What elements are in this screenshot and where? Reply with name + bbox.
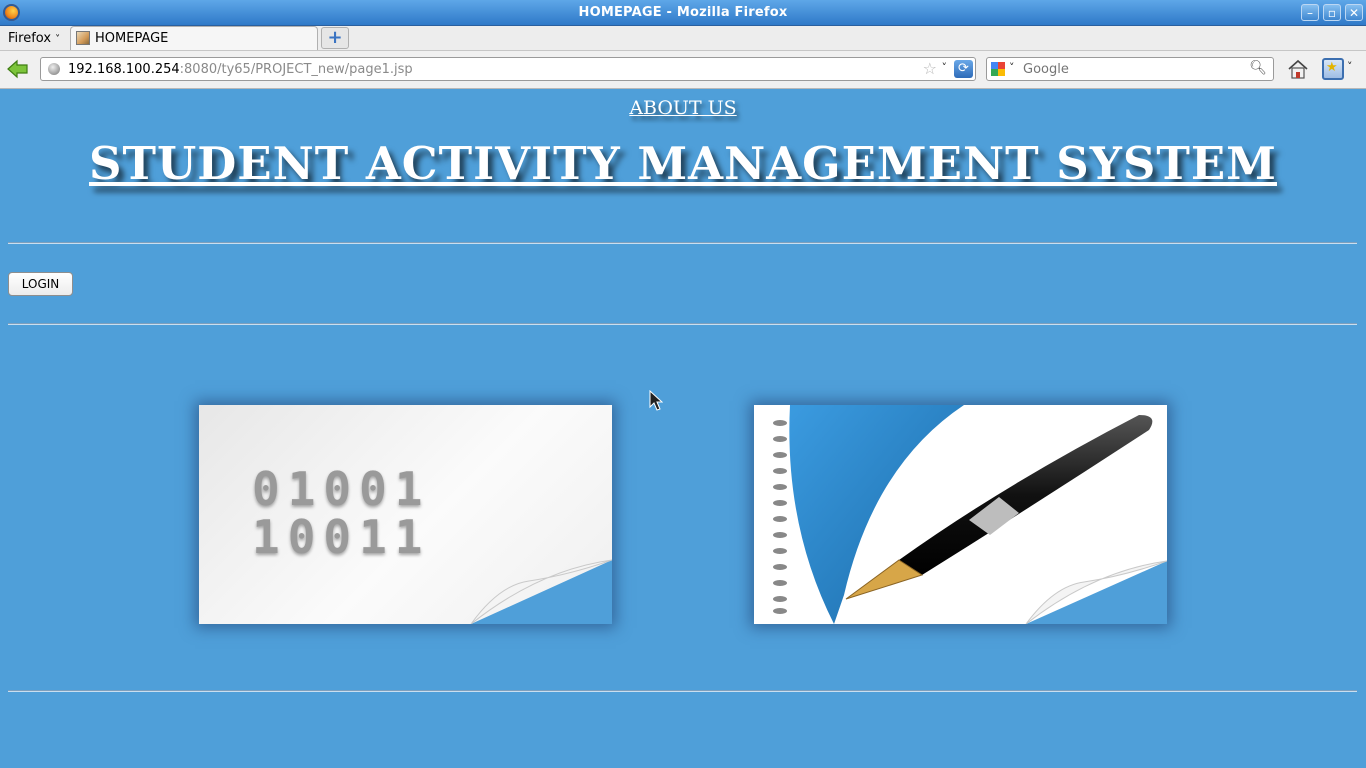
firefox-menu-label: Firefox	[8, 31, 52, 46]
chevron-down-icon: ˅	[55, 34, 61, 45]
window-title-bar: HOMEPAGE - Mozilla Firefox – ▫ ✕	[0, 0, 1366, 26]
page-favicon-icon	[76, 31, 90, 45]
page-content: ABOUT US STUDENT ACTIVITY MANAGEMENT SYS…	[0, 89, 1366, 768]
site-identity-icon[interactable]	[48, 63, 60, 75]
navigation-toolbar: 192.168.100.254:8080/ty65/PROJECT_new/pa…	[0, 51, 1366, 89]
page-title: STUDENT ACTIVITY MANAGEMENT SYSTEM	[89, 137, 1277, 190]
bookmarks-icon[interactable]: ★	[1322, 58, 1344, 80]
maximize-button[interactable]: ▫	[1323, 4, 1341, 21]
back-arrow-icon	[7, 59, 28, 79]
history-dropdown-icon[interactable]: ˅	[942, 61, 948, 74]
about-us-link[interactable]: ABOUT US	[0, 97, 1366, 119]
bookmark-star-icon[interactable]: ☆	[923, 59, 937, 78]
address-bar[interactable]: 192.168.100.254:8080/ty65/PROJECT_new/pa…	[40, 57, 976, 81]
divider	[8, 323, 1357, 325]
pen-document-image	[754, 405, 1167, 624]
bookmarks-dropdown-icon[interactable]: ˅	[1347, 60, 1353, 73]
url-path: :8080/ty65/PROJECT_new/page1.jsp	[179, 62, 413, 77]
home-icon	[1288, 59, 1308, 79]
divider	[8, 690, 1357, 692]
minimize-button[interactable]: –	[1301, 4, 1319, 21]
firefox-menu-button[interactable]: Firefox ˅	[8, 31, 60, 46]
page-curl-icon	[470, 559, 612, 624]
tab-label: HOMEPAGE	[95, 31, 169, 46]
tab-homepage[interactable]: HOMEPAGE	[70, 26, 318, 50]
tab-bar: Firefox ˅ HOMEPAGE +	[0, 26, 1366, 51]
reload-icon[interactable]: ⟳	[954, 60, 973, 78]
search-engine-icon[interactable]	[991, 62, 1005, 76]
url-text[interactable]: 192.168.100.254:8080/ty65/PROJECT_new/pa…	[68, 62, 413, 77]
search-engine-dropdown-icon[interactable]: ˅	[1009, 61, 1015, 74]
window-title: HOMEPAGE - Mozilla Firefox	[578, 5, 788, 20]
home-button[interactable]	[1287, 58, 1309, 80]
login-button[interactable]: LOGIN	[8, 272, 73, 296]
close-button[interactable]: ✕	[1345, 4, 1363, 21]
search-input[interactable]	[1023, 61, 1243, 77]
divider	[8, 242, 1357, 244]
search-bar[interactable]: ˅ 🔍︎	[986, 57, 1274, 81]
bookmark-star-icon: ★	[1326, 60, 1338, 75]
magnifier-icon[interactable]: 🔍︎	[1249, 60, 1267, 76]
fountain-pen-icon	[773, 405, 1167, 624]
new-tab-button[interactable]: +	[321, 27, 349, 49]
mouse-cursor-icon	[649, 390, 663, 411]
url-host: 192.168.100.254	[68, 62, 180, 77]
binary-document-image: 01001 10011	[199, 405, 612, 624]
back-button[interactable]	[7, 58, 29, 80]
